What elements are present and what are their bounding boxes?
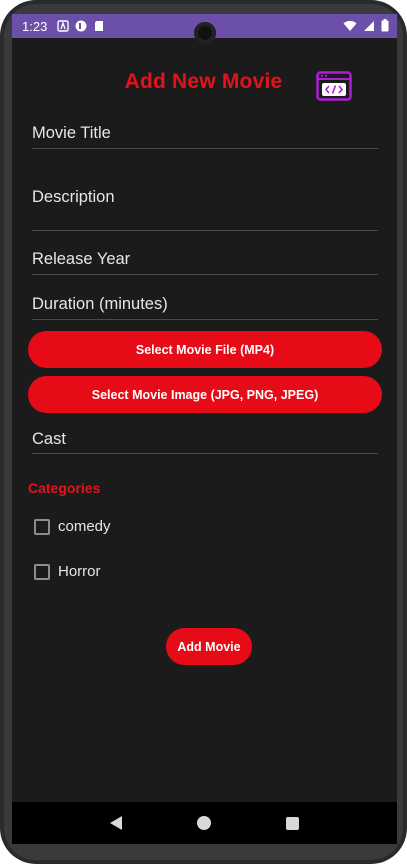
add-movie-button[interactable]: Add Movie: [166, 628, 252, 665]
select-movie-image-button[interactable]: Select Movie Image (JPG, PNG, JPEG): [28, 376, 382, 413]
duration-field[interactable]: Duration (minutes): [32, 295, 378, 320]
duration-placeholder: Duration (minutes): [32, 295, 168, 313]
movie-title-field[interactable]: Movie Title: [32, 124, 378, 149]
horror-label: Horror: [58, 563, 101, 580]
movie-title-placeholder: Movie Title: [32, 124, 111, 142]
navigation-bar: [12, 802, 397, 844]
home-icon[interactable]: [196, 816, 211, 830]
cast-placeholder: Cast: [32, 430, 66, 448]
status-icons: [343, 19, 389, 32]
sd-card-icon: [95, 21, 104, 31]
release-year-field[interactable]: Release Year: [32, 250, 378, 275]
volume-button: [403, 120, 407, 180]
battery-icon: [381, 19, 389, 32]
release-year-placeholder: Release Year: [32, 250, 131, 268]
recents-icon[interactable]: [286, 816, 300, 830]
signal-icon: [364, 20, 374, 31]
wifi-icon: [343, 20, 357, 31]
description-field[interactable]: Description: [32, 188, 378, 231]
category-horror[interactable]: Horror: [34, 563, 101, 580]
comedy-label: comedy: [58, 518, 111, 535]
cast-field[interactable]: Cast: [32, 430, 378, 454]
horror-checkbox[interactable]: [34, 563, 50, 580]
front-camera: [194, 22, 216, 44]
description-placeholder: Description: [32, 188, 115, 206]
status-time: 1:23: [22, 18, 48, 34]
notification-a-icon: [57, 20, 70, 32]
categories-label: Categories: [28, 480, 101, 496]
comedy-checkbox[interactable]: [34, 518, 50, 535]
notification-app-icon: [75, 20, 87, 32]
app-screen: 1:23 Add New Movie Movie Title Descripti…: [12, 14, 397, 844]
phone-frame: 1:23 Add New Movie Movie Title Descripti…: [0, 0, 407, 864]
back-icon[interactable]: [109, 816, 122, 830]
category-comedy[interactable]: comedy: [34, 518, 111, 535]
code-window-icon[interactable]: [316, 71, 352, 101]
select-movie-file-button[interactable]: Select Movie File (MP4): [28, 331, 382, 368]
